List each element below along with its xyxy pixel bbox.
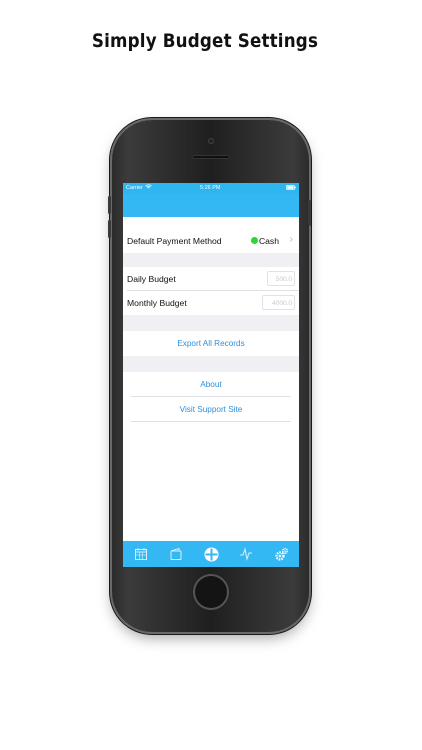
status-bar: Carrier 5:26 PM bbox=[123, 183, 299, 194]
export-all-records-button[interactable]: Export All Records bbox=[123, 331, 299, 356]
gears-icon bbox=[275, 547, 289, 561]
promo-title: Simply Budget Settings bbox=[91, 30, 319, 52]
status-time: 5:26 PM bbox=[200, 185, 221, 191]
tab-wallet[interactable] bbox=[169, 547, 183, 561]
navigation-bar bbox=[123, 194, 299, 217]
visit-support-site-button[interactable]: Visit Support Site bbox=[123, 397, 299, 422]
tab-bar bbox=[123, 541, 299, 567]
volume-button bbox=[108, 220, 111, 238]
payment-method-value: Cash bbox=[258, 236, 279, 246]
tab-settings[interactable] bbox=[274, 547, 289, 561]
section-divider bbox=[123, 315, 299, 331]
volume-button bbox=[108, 196, 111, 214]
monthly-budget-row: Monthly Budget 4000.0 bbox=[123, 291, 299, 315]
daily-budget-row: Daily Budget 500.0 bbox=[123, 267, 299, 291]
status-dot-icon bbox=[251, 237, 258, 244]
tab-calendar[interactable] bbox=[134, 547, 148, 561]
home-button[interactable] bbox=[195, 576, 227, 608]
chart-pulse-icon bbox=[240, 547, 253, 561]
payment-method-label: Default Payment Method bbox=[127, 236, 222, 246]
carrier-label: Carrier bbox=[126, 185, 143, 191]
power-button bbox=[308, 200, 311, 226]
app-screen: Carrier 5:26 PM Default Payment Method C… bbox=[123, 183, 299, 567]
wallet-icon bbox=[170, 547, 182, 560]
chevron-right-icon: › bbox=[289, 234, 293, 245]
monthly-budget-label: Monthly Budget bbox=[127, 298, 187, 308]
tab-add[interactable] bbox=[204, 547, 219, 562]
daily-budget-input[interactable]: 500.0 bbox=[267, 271, 295, 286]
section-divider bbox=[123, 356, 299, 372]
calendar-icon bbox=[134, 548, 147, 560]
speaker-grille bbox=[192, 155, 230, 159]
battery-icon bbox=[286, 185, 296, 192]
camera-icon bbox=[209, 139, 213, 143]
monthly-budget-input[interactable]: 4000.0 bbox=[262, 295, 295, 310]
daily-budget-label: Daily Budget bbox=[127, 274, 176, 284]
add-circle-icon bbox=[204, 547, 219, 562]
tab-chart[interactable] bbox=[239, 547, 253, 561]
default-payment-method-row[interactable]: Default Payment Method Cash › bbox=[123, 229, 299, 253]
about-button[interactable]: About bbox=[123, 372, 299, 397]
section-divider bbox=[123, 253, 299, 267]
wifi-icon bbox=[145, 184, 152, 192]
